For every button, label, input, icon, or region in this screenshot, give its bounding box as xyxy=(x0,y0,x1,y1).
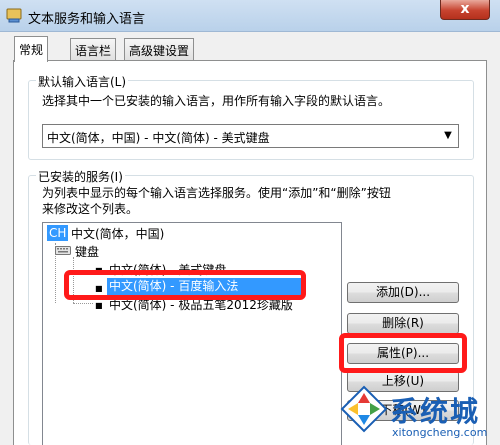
tab-advanced-key-settings[interactable]: 高级键设置 xyxy=(124,38,195,60)
tab-general[interactable]: 常规 xyxy=(14,36,49,62)
tree-language-node[interactable]: 中文(简体，中国) xyxy=(71,225,164,242)
bullet-icon: ■ xyxy=(95,301,103,310)
default-language-value: 中文(简体，中国) - 中文(简体) - 美式键盘 xyxy=(47,131,270,145)
tab-language-bar[interactable]: 语言栏 xyxy=(70,38,117,60)
dropdown-arrow-icon[interactable]: ▼ xyxy=(441,129,455,143)
tree-guide-line xyxy=(73,257,74,303)
watermark-name: 系统城 xyxy=(390,395,481,428)
default-language-description: 选择其中一个已安装的输入语言，用作所有输入字段的默认语言。 xyxy=(42,94,391,108)
text-services-icon xyxy=(6,8,22,23)
services-tree[interactable]: CH 中文(简体，中国) 键盘 ■ 中文(简体) - 美式键盘 ■ 中文(简体)… xyxy=(42,222,342,445)
language-badge: CH xyxy=(47,225,69,241)
tree-item[interactable]: 中文(简体) - 极品五笔2012珍藏版 xyxy=(109,296,293,313)
installed-services-description-line2: 来修改这个列表。 xyxy=(42,202,139,216)
window-title: 文本服务和输入语言 xyxy=(28,12,146,27)
tree-item[interactable]: 中文(简体) - 美式键盘 xyxy=(109,261,226,278)
tree-keyboard-node[interactable]: 键盘 xyxy=(75,243,99,260)
title-bar: 文本服务和输入语言 x xyxy=(0,0,500,32)
properties-button[interactable]: 属性(P)... xyxy=(347,343,459,364)
bullet-icon: ■ xyxy=(95,284,103,293)
watermark-url: xitongcheng.com xyxy=(392,426,488,439)
installed-services-description-line1: 为列表中显示的每个输入语言选择服务。使用“添加”和“删除”按钮 xyxy=(42,186,391,200)
close-icon: x xyxy=(460,1,470,17)
tree-guide-line xyxy=(73,303,93,304)
installed-services-group-title: 已安装的服务(I) xyxy=(36,168,125,185)
default-language-select[interactable]: 中文(简体，中国) - 中文(简体) - 美式键盘 xyxy=(42,124,459,148)
keyboard-icon xyxy=(55,246,71,255)
close-button[interactable]: x xyxy=(440,0,490,20)
default-language-group-title: 默认输入语言(L) xyxy=(36,73,129,90)
tree-item-selected[interactable]: 中文(简体) - 百度输入法 xyxy=(107,278,303,295)
add-button[interactable]: 添加(D)... xyxy=(347,282,459,303)
remove-button[interactable]: 删除(R) xyxy=(347,313,459,334)
bullet-icon: ■ xyxy=(95,266,103,275)
watermark-logo-icon xyxy=(340,385,388,433)
